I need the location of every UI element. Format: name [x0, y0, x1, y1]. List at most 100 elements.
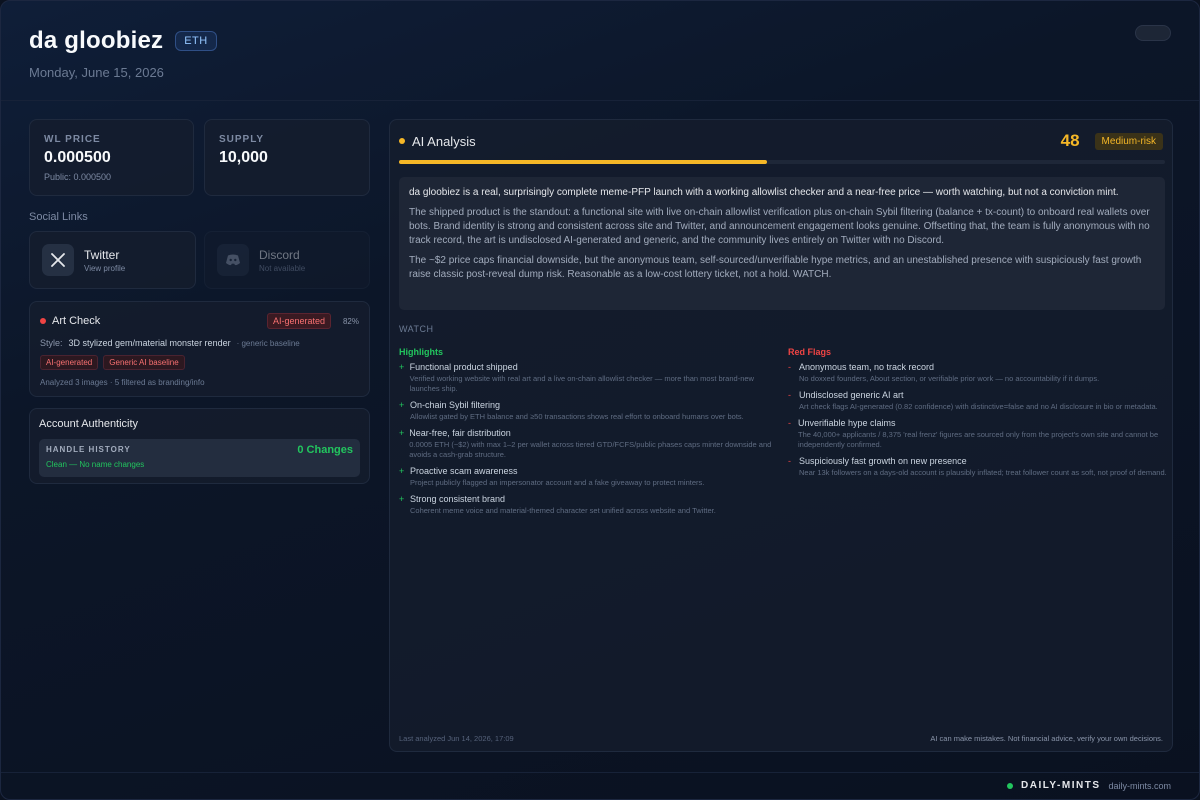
- highlight-item: + Functional product shipped Verified wor…: [399, 362, 779, 394]
- summary-paragraph: The ~$2 price caps financial downside, b…: [409, 255, 1142, 280]
- red-flag-title: Suspiciously fast growth on new presence: [799, 456, 967, 466]
- brand-domain: daily-mints.com: [1108, 780, 1171, 791]
- art-check-card: Art Check AI-generated 82% Style: 3D sty…: [29, 301, 370, 397]
- header: da gloobiez ETH Monday, June 15, 2026: [29, 27, 1171, 87]
- ai-analysis-panel: AI Analysis 48 Medium-risk da gloobiez i…: [389, 119, 1173, 752]
- red-flag-item: - Suspiciously fast growth on new presen…: [788, 456, 1168, 478]
- highlight-desc: Coherent meme voice and material-themed …: [410, 506, 716, 515]
- status-dot: [399, 138, 405, 144]
- red-flag-item: - Undisclosed generic AI art Art check fl…: [788, 390, 1168, 412]
- red-flag-item: - Unverifiable hype claims The 40,000+ ap…: [788, 418, 1168, 450]
- handle-changes-count: 0 Changes: [297, 444, 353, 456]
- handle-history-box: HANDLE HISTORY 0 Changes Clean — No name…: [39, 439, 360, 477]
- wl-price-value: 0.000500: [44, 149, 111, 166]
- public-price-label: Public: 0.000500: [44, 172, 112, 182]
- discord-name: Discord: [259, 247, 300, 262]
- summary-lead: da gloobiez is a real, surprisingly comp…: [409, 187, 1119, 198]
- ai-analysis-title: AI Analysis: [412, 133, 476, 149]
- highlight-desc: Verified working website with real art a…: [409, 374, 754, 393]
- social-links-title: Social Links: [29, 211, 88, 223]
- red-flags-column: Red Flags - Anonymous team, no track rec…: [788, 347, 1168, 484]
- plus-icon: +: [399, 400, 405, 410]
- highlight-desc: Project publicly flagged an impersonator…: [410, 478, 705, 487]
- footer: DAILY-MINTS daily-mints.com: [1007, 780, 1171, 791]
- ai-analysis-header: AI Analysis 48 Medium-risk: [399, 131, 1163, 151]
- discord-link: Discord Not available: [204, 231, 370, 289]
- wl-price-card: WL PRICE 0.000500 Public: 0.000500: [29, 119, 194, 196]
- art-tags: AI-generated Generic AI baseline: [40, 355, 359, 370]
- account-authenticity-card: Account Authenticity HANDLE HISTORY 0 Ch…: [29, 408, 370, 484]
- score-progress-bar: [399, 160, 1165, 164]
- twitter-sub: View profile: [84, 263, 126, 273]
- supply-card: SUPPLY 10,000: [204, 119, 370, 196]
- style-note: · generic baseline: [236, 339, 300, 348]
- red-flag-desc: Near 13k followers on a days-old account…: [799, 468, 1167, 477]
- risk-badge: Medium-risk: [1094, 132, 1163, 150]
- minus-icon: -: [788, 418, 791, 428]
- highlight-item: + Proactive scam awareness Project public…: [399, 466, 779, 488]
- highlight-title: Functional product shipped: [409, 362, 518, 372]
- twitter-link[interactable]: Twitter View profile: [29, 231, 196, 289]
- twitter-name: Twitter: [84, 247, 120, 262]
- brand-name: DAILY-MINTS: [1021, 780, 1101, 791]
- plus-icon: +: [399, 466, 405, 476]
- title-row: da gloobiez ETH: [29, 27, 1171, 55]
- art-tag: AI-generated: [40, 355, 99, 370]
- verdict-label: WATCH: [399, 324, 434, 334]
- highlight-item: + Near-free, fair distribution 0.0005 ETH…: [399, 428, 779, 460]
- red-flag-title: Undisclosed generic AI art: [799, 390, 904, 400]
- highlights-column: Highlights + Functional product shipped V…: [399, 347, 779, 522]
- red-flag-desc: Art check flags AI-generated (0.82 confi…: [799, 402, 1158, 411]
- score-progress-fill: [399, 160, 767, 164]
- discord-sub: Not available: [259, 263, 306, 273]
- x-logo-icon: [42, 244, 74, 276]
- art-check-header: Art Check AI-generated 82%: [40, 313, 359, 329]
- ai-generated-badge: AI-generated: [266, 313, 331, 329]
- header-divider: [1, 100, 1199, 101]
- red-flag-desc: No doxxed founders, About section, or ve…: [799, 374, 1100, 383]
- red-flag-title: Anonymous team, no track record: [799, 362, 935, 372]
- red-flag-item: - Anonymous team, no track record No doxx…: [788, 362, 1168, 384]
- plus-icon: +: [399, 428, 405, 438]
- plus-icon: +: [399, 362, 405, 372]
- summary-paragraph: The shipped product is the standout: a f…: [409, 207, 1150, 246]
- red-flags-title: Red Flags: [788, 347, 832, 357]
- highlight-title: Near-free, fair distribution: [409, 428, 511, 438]
- art-style-row: Style: 3D stylized gem/material monster …: [40, 338, 359, 348]
- art-check-title: Art Check: [52, 315, 101, 327]
- art-check-footer: Analyzed 3 images · 5 filtered as brandi…: [40, 378, 205, 387]
- status-dot: [40, 318, 46, 324]
- ai-summary: da gloobiez is a real, surprisingly comp…: [399, 177, 1165, 310]
- supply-value: 10,000: [219, 149, 268, 166]
- supply-label: SUPPLY: [219, 134, 265, 145]
- handle-status: Clean — No name changes: [46, 460, 145, 469]
- highlights-title: Highlights: [399, 347, 443, 357]
- minus-icon: -: [788, 390, 791, 400]
- highlight-desc: 0.0005 ETH (~$2) with max 1–2 per wallet…: [409, 440, 772, 459]
- account-authenticity-title: Account Authenticity: [39, 418, 139, 430]
- confidence-value: 82%: [342, 316, 359, 326]
- minus-icon: -: [788, 362, 791, 372]
- highlight-title: On-chain Sybil filtering: [410, 400, 501, 410]
- highlight-desc: Allowlist gated by ETH balance and ≥50 t…: [410, 412, 744, 421]
- red-flag-desc: The 40,000+ applicants / 8,375 'real fre…: [797, 430, 1159, 449]
- style-label: Style:: [40, 338, 63, 348]
- header-toggle[interactable]: [1135, 25, 1171, 41]
- highlight-title: Strong consistent brand: [410, 494, 506, 504]
- date-label: Monday, June 15, 2026: [29, 65, 164, 80]
- chain-badge: ETH: [175, 31, 217, 51]
- last-analyzed: Last analyzed Jun 14, 2026, 17:09: [399, 734, 514, 743]
- red-flag-title: Unverifiable hype claims: [797, 418, 896, 428]
- page-title: da gloobiez: [29, 27, 164, 54]
- highlight-item: + Strong consistent brand Coherent meme v…: [399, 494, 779, 516]
- style-value: 3D stylized gem/material monster render: [68, 338, 231, 348]
- plus-icon: +: [399, 494, 405, 504]
- disclaimer: AI can make mistakes. Not financial advi…: [930, 734, 1163, 743]
- art-tag: Generic AI baseline: [103, 355, 185, 370]
- minus-icon: -: [788, 456, 791, 466]
- footer-divider: [1, 772, 1199, 773]
- risk-score: 48: [1060, 131, 1080, 150]
- discord-icon: [217, 244, 249, 276]
- wl-price-label: WL PRICE: [44, 134, 101, 145]
- highlight-item: + On-chain Sybil filtering Allowlist gate…: [399, 400, 779, 422]
